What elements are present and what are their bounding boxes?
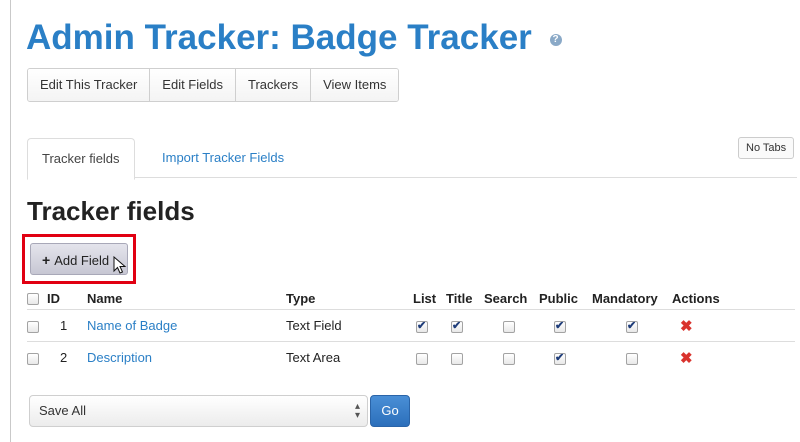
col-public: Public bbox=[539, 290, 579, 306]
row-id: 1 bbox=[47, 309, 87, 342]
mandatory-checkbox[interactable] bbox=[626, 319, 638, 333]
col-actions: Actions bbox=[672, 290, 720, 306]
col-title: Title bbox=[446, 290, 473, 306]
field-name-link[interactable]: Name of Badge bbox=[87, 318, 177, 333]
page-title: Admin Tracker: Badge Tracker ? bbox=[26, 18, 562, 58]
bulk-action-select[interactable]: Save All ▴ ▾ bbox=[29, 395, 368, 427]
search-checkbox[interactable] bbox=[503, 352, 515, 365]
edit-tracker-button[interactable]: Edit This Tracker bbox=[28, 69, 151, 101]
list-checkbox[interactable] bbox=[416, 352, 428, 365]
col-type: Type bbox=[286, 290, 316, 306]
col-name: Name bbox=[87, 290, 123, 306]
select-arrows-icon: ▴ ▾ bbox=[354, 401, 360, 421]
row-type: Text Area bbox=[286, 341, 413, 373]
public-checkbox[interactable] bbox=[554, 351, 566, 365]
no-tabs-button[interactable]: No Tabs bbox=[738, 137, 795, 159]
bulk-action-value: Save All bbox=[39, 403, 86, 418]
mandatory-checkbox[interactable] bbox=[626, 352, 638, 365]
delete-icon[interactable]: ✖ bbox=[680, 318, 693, 335]
go-button[interactable]: Go bbox=[370, 395, 410, 427]
col-mandatory: Mandatory bbox=[592, 290, 658, 306]
page-title-text: Admin Tracker: Badge Tracker bbox=[26, 18, 532, 57]
admin-toolbar: Edit This Tracker Edit Fields Trackers V… bbox=[27, 68, 400, 102]
view-items-button[interactable]: View Items bbox=[311, 69, 399, 101]
section-title: Tracker fields bbox=[27, 196, 195, 226]
table-row: 2 Description Text Area ✖ bbox=[27, 341, 795, 373]
col-id: ID bbox=[47, 290, 60, 306]
title-checkbox[interactable] bbox=[451, 352, 463, 365]
field-name-link[interactable]: Description bbox=[87, 350, 152, 365]
title-checkbox[interactable] bbox=[451, 319, 463, 333]
col-search: Search bbox=[484, 290, 528, 306]
tab-tracker-fields[interactable]: Tracker fields bbox=[27, 138, 135, 180]
row-type: Text Field bbox=[286, 309, 413, 342]
table-header-row: ID Name Type List Title Search Public Ma… bbox=[27, 287, 795, 310]
plus-icon: + bbox=[42, 252, 51, 268]
trackers-button[interactable]: Trackers bbox=[236, 69, 312, 101]
help-icon[interactable]: ? bbox=[549, 33, 562, 46]
list-checkbox[interactable] bbox=[416, 319, 428, 333]
search-checkbox[interactable] bbox=[503, 320, 515, 333]
row-select-checkbox[interactable] bbox=[27, 352, 39, 365]
row-id: 2 bbox=[47, 341, 87, 373]
table-row: 1 Name of Badge Text Field ✖ bbox=[27, 309, 795, 342]
delete-icon[interactable]: ✖ bbox=[680, 350, 693, 367]
tab-import-tracker-fields[interactable]: Import Tracker Fields bbox=[148, 138, 298, 178]
public-checkbox[interactable] bbox=[554, 319, 566, 333]
fields-table: ID Name Type List Title Search Public Ma… bbox=[27, 287, 795, 373]
mouse-pointer-icon bbox=[113, 256, 127, 274]
edit-fields-button[interactable]: Edit Fields bbox=[150, 69, 236, 101]
add-field-label: Add Field bbox=[54, 253, 110, 268]
col-list: List bbox=[413, 290, 437, 306]
select-all-checkbox[interactable] bbox=[27, 293, 39, 306]
frame-border bbox=[10, 0, 11, 442]
tabs-divider bbox=[27, 177, 797, 178]
row-select-checkbox[interactable] bbox=[27, 320, 39, 333]
